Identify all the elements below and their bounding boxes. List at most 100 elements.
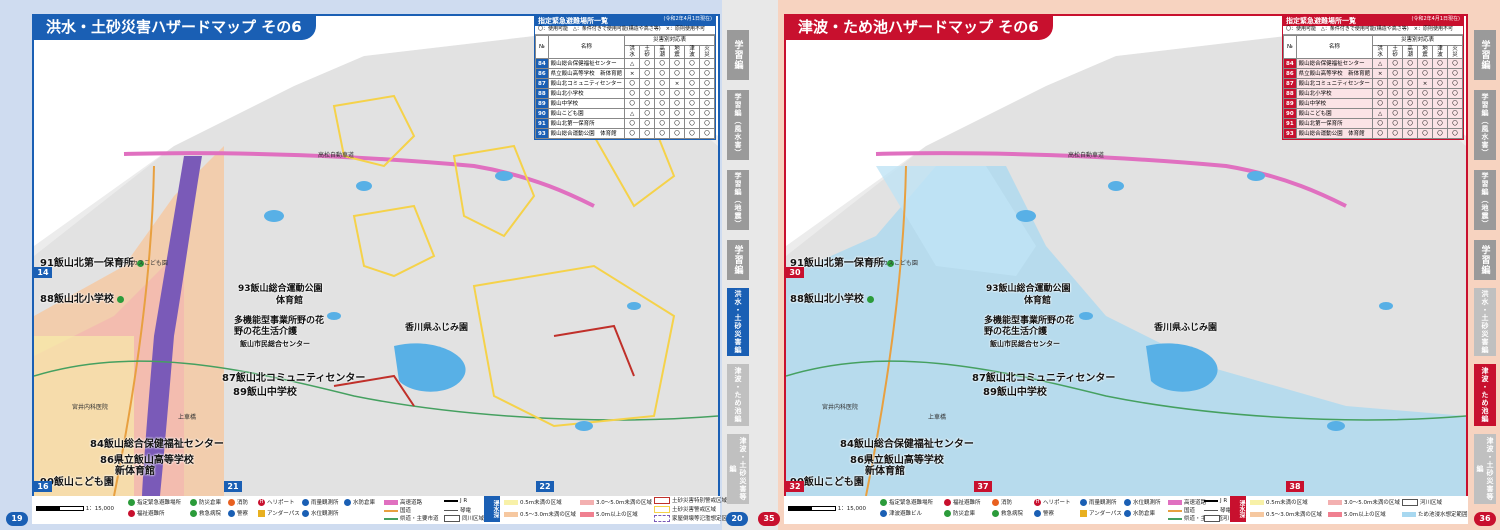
heliport-icon: H [258,499,265,506]
expressway-swatch [384,500,398,505]
landslide-warning-swatch [654,506,670,513]
page-number-right: 35 [758,512,780,526]
water-level-icon [302,510,309,517]
col-header: 津波 [684,44,701,60]
depth2-swatch [504,512,518,517]
table-row: 88 飯山北小学校〇〇〇〇〇〇 [535,88,715,100]
table-row: 91 飯山北第一保育所〇〇〇〇〇〇 [1283,118,1463,130]
shelter-table-note: 〇：使用可能 △：条件付きで使用可能(構造や高さ等) ×：原則使用不可 [1283,26,1463,35]
row-mark: 〇 [654,58,671,70]
col-no: № [535,34,549,60]
row-mark: 〇 [1387,78,1404,90]
col-header: 火災 [1447,44,1463,60]
side-tab[interactable]: 学習編（風水害） [1474,90,1496,160]
welfare-icon [944,499,951,506]
row-name: 飯山中学校 [547,98,626,110]
depth1-swatch [1250,500,1264,505]
row-number: 87 [1283,78,1297,90]
row-mark: 〇 [1372,88,1389,100]
row-name: 飯山北小学校 [1295,88,1374,100]
row-mark: 〇 [1372,118,1389,130]
depth2-swatch [1250,512,1264,517]
label-shimin: 飯山市民総合センター [240,340,310,348]
row-mark: 〇 [654,68,671,80]
underpass-icon [1080,510,1087,517]
side-tab[interactable]: 津波・ため池編 [727,364,749,426]
row-mark: 〇 [1387,118,1404,130]
legend-left: 1：15,000 指定緊急避難場所 福祉避難所 防災倉庫 救急病院 消防 警察 … [32,496,733,524]
side-tab-active[interactable]: 洪水・土砂災害編 [727,288,749,356]
label-doru: ドルカスこども園 [870,260,918,267]
national-road-swatch [1168,509,1182,512]
label-fujimi: 香川県ふじみ園 [1154,323,1218,333]
table-row: 87 飯山北コミュニティセンター〇〇〇 × 〇〇 [1283,78,1463,90]
label-p86b: 新体育館 [865,466,905,477]
table-row: 86 県立飯山高等学校 新体育館 × 〇〇〇〇〇 [1283,68,1463,80]
side-tab[interactable]: 洪水・土砂災害編 [1474,288,1496,356]
fire-station-icon [992,499,999,506]
table-row: 84 飯山総合保健福祉センター △ 〇〇〇〇〇 [535,58,715,70]
row-mark: 〇 [699,108,715,120]
row-mark: 〇 [684,88,701,100]
side-tab[interactable]: 学習編（地震） [727,170,749,230]
side-tab[interactable]: 津波・土砂災害等編 [1474,434,1496,504]
row-mark: 〇 [1417,108,1434,120]
row-mark: 〇 [699,98,715,110]
row-mark: 〇 [684,58,701,70]
row-number: 88 [1283,88,1297,100]
row-mark: 〇 [669,68,686,80]
row-name: 飯山こども園 [547,108,626,120]
heliport-icon: H [1034,499,1041,506]
row-number: 86 [535,68,549,80]
side-tab[interactable]: 学習編 [727,240,749,280]
shelter-icon [128,499,135,506]
row-mark: 〇 [669,118,686,130]
ward-swatch [444,515,460,522]
label-p87: 87飯山北コミュニティセンター [972,373,1116,384]
shelter-pin-icon [116,295,124,303]
row-mark: 〇 [699,118,715,130]
side-tab[interactable]: 学習編 [727,30,749,80]
row-mark: 〇 [699,68,715,80]
side-tab[interactable]: 学習編（地震） [1474,170,1496,230]
row-mark: 〇 [639,108,656,120]
scale-bar: 1：15,000 [788,504,866,512]
row-mark: 〇 [654,88,671,100]
grid-number: 16 [34,481,52,492]
row-mark: 〇 [1387,128,1404,140]
row-mark: 〇 [1447,78,1463,90]
row-name: 飯山北第一保育所 [1295,118,1374,130]
side-tab[interactable]: 津波・土砂災害等編 [727,434,749,504]
underpass-icon [258,510,265,517]
hospital-icon [190,510,197,517]
label-p88: 88飯山北小学校 [40,290,126,305]
row-number: 93 [1283,128,1297,140]
row-mark: 〇 [654,108,671,120]
flood-depth-label: 浸水深 [484,496,500,522]
row-mark: 〇 [1402,118,1419,130]
shelter-pin-icon [866,295,874,303]
grid-number: 22 [536,481,554,492]
page-number-left: 19 [6,512,28,526]
side-tab[interactable]: 学習編（風水害） [727,90,749,160]
shelter-rows: 84 飯山総合保健福祉センター △ 〇〇〇〇〇 86 県立飯山高等学校 新体育館 × 〇〇〇〇… [1283,58,1463,140]
row-mark: 〇 [699,58,715,70]
col-group: 災害別対応表 [624,34,715,46]
col-header: 高潮 [654,44,671,60]
table-row: 91 飯山北第一保育所〇〇〇〇〇〇 [535,118,715,130]
side-tab[interactable]: 学習編 [1474,30,1496,80]
right-page-title: 津波・ため池ハザードマップ その6 [784,14,1053,40]
label-doru: ドルカスこども園 [120,260,168,267]
side-tab-active[interactable]: 津波・ため池編 [1474,364,1496,426]
expressway-swatch [1168,500,1182,505]
shelter-rows: 84 飯山総合保健福祉センター △ 〇〇〇〇〇 86 県立飯山高等学校 新体育館 × 〇〇〇〇… [535,58,715,140]
row-mark: 〇 [1447,118,1463,130]
river-zone-swatch [1402,499,1418,506]
row-mark: × [1417,78,1434,90]
label-p84: 84飯山総合保健福祉センター [840,439,974,450]
col-header: 地震 [669,44,686,60]
side-tab[interactable]: 学習編 [1474,240,1496,280]
label-p84: 84飯山総合保健福祉センター [90,439,224,450]
shelter-table-left: 指定緊急避難場所一覧 (令和2年4月1日現在) 〇：使用可能 △：条件付きで使用可… [534,15,716,141]
col-header: 地震 [1417,44,1434,60]
